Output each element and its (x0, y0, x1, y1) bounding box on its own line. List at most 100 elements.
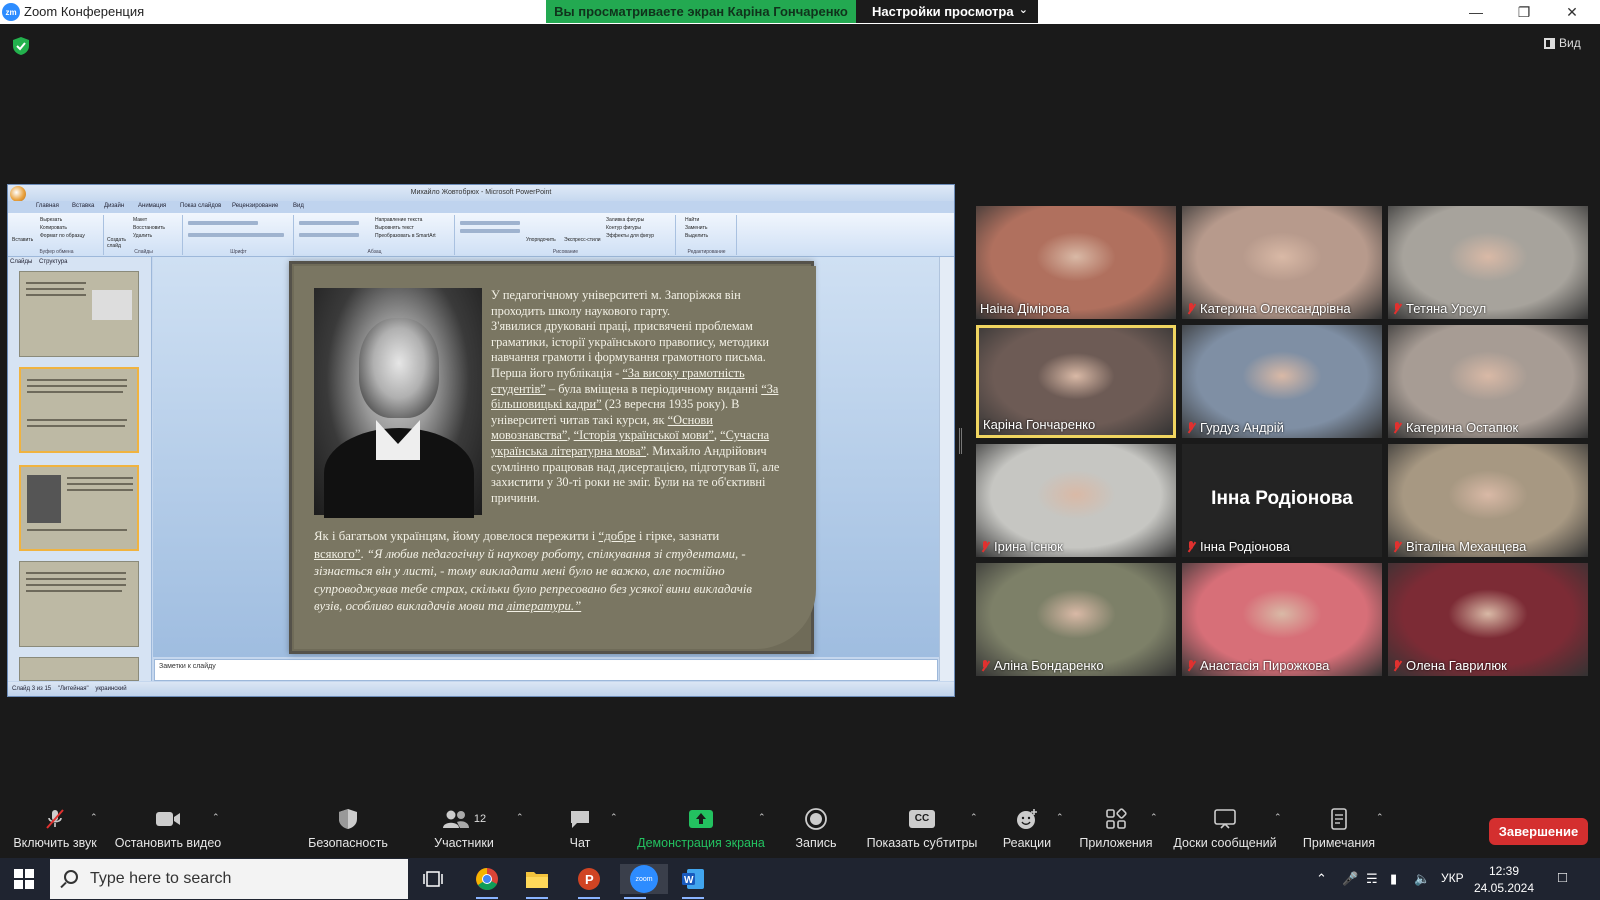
reactions-caret-icon[interactable]: ⌃ (1056, 812, 1064, 823)
microphone-muted-icon (1186, 659, 1196, 672)
audio-options-caret-icon[interactable]: ⌃ (90, 812, 98, 823)
captions-caret-icon[interactable]: ⌃ (970, 812, 978, 823)
participants-button[interactable]: 12 Участники ⌃ (426, 808, 524, 850)
windows-taskbar: Type here to search P zoom W ⌃ 🎤 ☴ ▮ 🔈 У… (0, 858, 1600, 900)
ribbon-group-label: Рисование (552, 249, 579, 255)
slide-text-run: і гірке, зазнати (635, 529, 720, 543)
font-selector (188, 221, 258, 225)
ribbon-group-label: Редактирование (687, 249, 726, 255)
chat-button[interactable]: Чат ⌃ (560, 808, 618, 850)
microphone-muted-icon (980, 659, 990, 672)
participant-tile[interactable]: Тетяна Урсул (1388, 206, 1588, 319)
whiteboard-icon (1170, 808, 1280, 830)
tray-volume-icon[interactable]: 🔈 (1414, 871, 1430, 887)
notifications-icon[interactable]: □ (1558, 869, 1567, 886)
notes-icon (1298, 808, 1380, 830)
participant-tile[interactable]: Віталіна Механцева (1388, 444, 1588, 557)
ribbon-new-slide: Создать слайд (107, 237, 127, 249)
ribbon-group-font: Шрифт (184, 215, 294, 255)
participant-tile[interactable]: Катерина Олександрівна (1182, 206, 1382, 319)
slide-notes[interactable]: Заметки к слайду (154, 659, 938, 681)
security-button[interactable]: Безопасность (306, 808, 390, 850)
svg-text:W: W (684, 875, 694, 886)
tray-chevron-up-icon[interactable]: ⌃ (1316, 871, 1327, 887)
reactions-button[interactable]: Реакции ⌃ (1002, 808, 1064, 850)
split-view-handle[interactable] (959, 428, 962, 454)
windows-start-icon[interactable] (14, 869, 34, 889)
powerpoint-ribbon-tabs: Главная Вставка Дизайн Анимация Показ сл… (8, 201, 954, 213)
minimize-icon[interactable]: — (1466, 2, 1486, 22)
status-theme: "Литейная" (57, 686, 89, 692)
slide-thumbnail (19, 367, 139, 453)
stop-video-button[interactable]: Остановить видео ⌃ (114, 808, 222, 850)
end-meeting-button[interactable]: Завершение (1489, 818, 1588, 845)
ribbon-group-clipboard: Вставить Вырезать Копировать Формат по о… (10, 215, 104, 255)
whiteboards-caret-icon[interactable]: ⌃ (1274, 812, 1282, 823)
participant-name: Тетяна Урсул (1406, 301, 1487, 316)
chrome-icon[interactable] (472, 864, 502, 899)
participant-tile[interactable]: Анастасія Пирожкова (1182, 563, 1382, 676)
zoom-logo-icon: zm (2, 3, 20, 21)
zoom-app-icon[interactable]: zoom (620, 864, 668, 899)
captions-button[interactable]: CC Показать субтитры ⌃ (864, 808, 980, 850)
participant-tile[interactable]: Наіна Дімірова (976, 206, 1176, 319)
view-settings-dropdown[interactable]: Настройки просмотра ⌄ (856, 0, 1038, 23)
chevron-down-icon: ⌄ (1018, 4, 1028, 16)
close-icon[interactable]: ✕ (1562, 2, 1582, 22)
participant-display-name: Інна Родіонова (1211, 488, 1353, 509)
unmute-button[interactable]: Включить звук ⌃ (10, 808, 100, 850)
participant-tile[interactable]: Гурдуз Андрій (1182, 325, 1382, 438)
participant-tile[interactable]: Інна Родіонова Інна Родіонова (1182, 444, 1382, 557)
tray-microphone-icon[interactable]: 🎤 (1342, 871, 1358, 887)
whiteboards-button[interactable]: Доски сообщений ⌃ (1170, 808, 1282, 850)
slide-text-run: Як і багатьом українцям, йому довелося п… (314, 529, 599, 543)
restore-icon[interactable]: ❐ (1514, 2, 1534, 22)
taskbar-search-input[interactable]: Type here to search (50, 859, 408, 899)
microphone-muted-icon (1186, 421, 1196, 434)
microphone-muted-icon (1392, 421, 1402, 434)
tray-language[interactable]: УКР (1441, 871, 1464, 885)
participant-tile[interactable]: Каріна Гончаренко (976, 325, 1176, 438)
participant-tile[interactable]: Аліна Бондаренко (976, 563, 1176, 676)
participant-tile[interactable]: Олена Гаврилюк (1388, 563, 1588, 676)
participant-name: Аліна Бондаренко (994, 658, 1104, 673)
video-options-caret-icon[interactable]: ⌃ (212, 812, 220, 823)
tray-battery-icon[interactable]: ▮ (1390, 871, 1397, 887)
microphone-muted-icon (1186, 540, 1196, 553)
record-button[interactable]: Запись (794, 808, 838, 850)
window-title: Zoom Конференция (24, 4, 145, 19)
participant-name-tag: Ірина Існюк (980, 539, 1063, 554)
tray-clock[interactable]: 12:39 24.05.2024 (1473, 863, 1535, 897)
slide-quote: Як і багатьом українцям, йому довелося п… (314, 528, 769, 616)
slide-scrollbar[interactable] (939, 257, 954, 681)
ribbon-smartart: Преобразовать в SmartArt (375, 233, 436, 239)
tray-wifi-icon[interactable]: ☴ (1366, 871, 1378, 887)
view-button[interactable]: Вид (1544, 36, 1581, 50)
participants-caret-icon[interactable]: ⌃ (516, 812, 524, 823)
security-shield-icon (306, 808, 390, 830)
tray-date: 24.05.2024 (1473, 881, 1535, 895)
notes-button[interactable]: Примечания ⌃ (1298, 808, 1384, 850)
share-options-caret-icon[interactable]: ⌃ (758, 812, 766, 823)
notes-caret-icon[interactable]: ⌃ (1376, 812, 1384, 823)
status-slide-number: Слайд 3 из 15 (12, 686, 52, 692)
unmute-label: Включить звук (13, 836, 97, 850)
ribbon-replace: Заменить (685, 225, 708, 231)
ribbon-find: Найти (685, 217, 700, 223)
participant-tile[interactable]: Ірина Існюк (976, 444, 1176, 557)
powerpoint-app-icon[interactable]: P (574, 864, 604, 899)
apps-button[interactable]: Приложения ⌃ (1076, 808, 1158, 850)
encryption-shield-icon[interactable] (13, 37, 29, 55)
task-view-icon[interactable] (418, 864, 448, 894)
participant-name: Анастасія Пирожкова (1200, 658, 1330, 673)
participant-tile[interactable]: Катерина Остапюк (1388, 325, 1588, 438)
ppt-tab-slideshow: Показ слайдов (180, 203, 222, 209)
share-screen-button[interactable]: Демонстрация экрана ⌃ (634, 808, 768, 850)
word-app-icon[interactable]: W (678, 864, 708, 899)
view-button-label: Вид (1559, 36, 1581, 50)
apps-caret-icon[interactable]: ⌃ (1150, 812, 1158, 823)
font-format-row (188, 233, 284, 237)
chat-caret-icon[interactable]: ⌃ (610, 812, 618, 823)
file-explorer-icon[interactable] (522, 864, 552, 899)
microphone-muted-icon (1392, 659, 1402, 672)
